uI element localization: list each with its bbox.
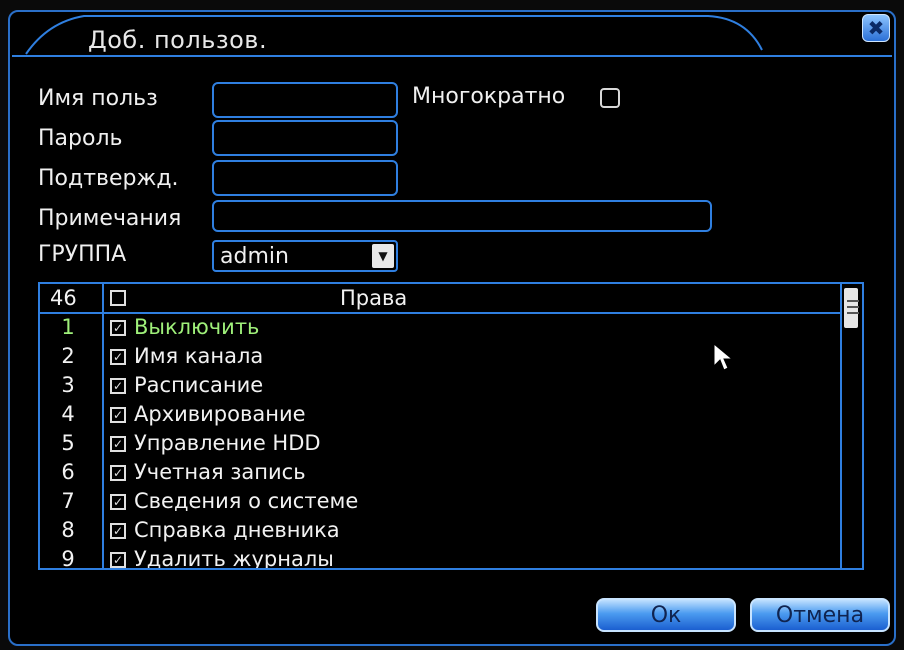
row-number: 6 [61, 460, 75, 484]
chevron-down-icon[interactable]: ▼ [372, 244, 394, 268]
permission-row[interactable]: 4 ✓ Архивирование [40, 401, 840, 430]
confirm-password-input[interactable] [212, 160, 398, 196]
permission-row[interactable]: 6 ✓ Учетная запись [40, 459, 840, 488]
permissions-scrollbar[interactable] [840, 284, 862, 568]
permission-row[interactable]: 5 ✓ Управление HDD [40, 430, 840, 459]
row-label: Сведения о системе [134, 489, 359, 513]
permissions-count: 46 [50, 286, 77, 310]
multiple-label: Многократно [412, 84, 566, 109]
permission-row[interactable]: 9 ✓ Удалить журналы [40, 546, 840, 570]
row-label: Расписание [134, 373, 264, 397]
row-label: Справка дневника [134, 518, 340, 542]
permission-row[interactable]: 1 ✓ Выключить [40, 314, 840, 343]
row-label: Выключить [134, 315, 260, 339]
permissions-header: 46 Права [40, 284, 862, 314]
mouse-pointer-icon [713, 342, 734, 371]
row-checkbox[interactable]: ✓ [110, 494, 126, 510]
row-checkbox[interactable]: ✓ [110, 378, 126, 394]
select-all-checkbox[interactable] [110, 290, 126, 306]
row-label: Учетная запись [134, 460, 306, 484]
permission-row[interactable]: 8 ✓ Справка дневника [40, 517, 840, 546]
row-number: 8 [61, 518, 75, 542]
row-checkbox[interactable]: ✓ [110, 436, 126, 452]
permission-row[interactable]: 3 ✓ Расписание [40, 372, 840, 401]
username-input[interactable] [212, 82, 398, 118]
permission-row[interactable]: 7 ✓ Сведения о системе [40, 488, 840, 517]
ok-button[interactable]: Ок [596, 598, 736, 632]
scrollbar-thumb[interactable] [844, 288, 859, 328]
multiple-checkbox[interactable] [600, 88, 620, 108]
notes-input[interactable] [212, 200, 712, 232]
row-number: 9 [61, 547, 75, 570]
row-checkbox[interactable]: ✓ [110, 523, 126, 539]
dialog-title: Доб. пользов. [88, 26, 268, 54]
permissions-list: 46 Права 1 ✓ Выключить 2 ✓ Имя канала 3 … [38, 282, 864, 570]
group-selected-value: admin [220, 244, 289, 269]
row-checkbox[interactable]: ✓ [110, 349, 126, 365]
grip-icon [847, 300, 859, 318]
password-input[interactable] [212, 120, 398, 156]
row-label: Имя канала [134, 344, 264, 368]
row-checkbox[interactable]: ✓ [110, 465, 126, 481]
username-label: Имя польз [38, 86, 158, 111]
cancel-button[interactable]: Отмена [750, 598, 890, 632]
row-number: 5 [61, 431, 75, 455]
row-number: 1 [61, 315, 75, 339]
row-number: 7 [61, 489, 75, 513]
row-number: 3 [61, 373, 75, 397]
title-bar: Доб. пользов. [8, 10, 896, 66]
permissions-header-title: Права [340, 286, 408, 310]
row-number: 4 [61, 402, 75, 426]
row-label: Управление HDD [134, 431, 321, 455]
row-label: Архивирование [134, 402, 306, 426]
row-checkbox[interactable]: ✓ [110, 552, 126, 568]
close-icon: ✖ [867, 16, 885, 40]
row-number: 2 [61, 344, 75, 368]
notes-label: Примечания [38, 206, 182, 231]
row-checkbox[interactable]: ✓ [110, 320, 126, 336]
row-checkbox[interactable]: ✓ [110, 407, 126, 423]
close-button[interactable]: ✖ [862, 14, 890, 42]
password-label: Пароль [38, 126, 123, 151]
group-select[interactable]: admin ▼ [212, 240, 398, 272]
row-label: Удалить журналы [134, 547, 334, 570]
confirm-label: Подтвержд. [38, 166, 179, 191]
group-label: ГРУППА [38, 242, 127, 267]
